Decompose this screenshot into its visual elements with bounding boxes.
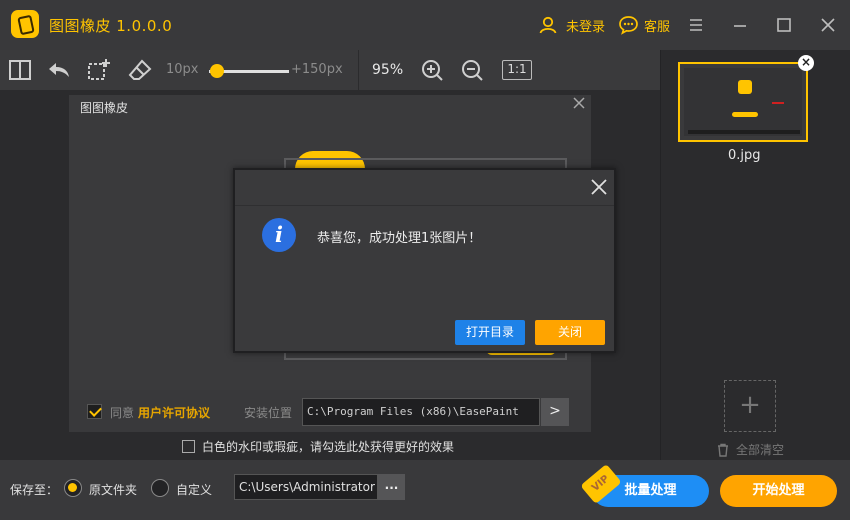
license-link: 用户许可协议 <box>138 406 211 420</box>
rect-select-button[interactable] <box>87 58 111 82</box>
image-thumbnail[interactable] <box>678 62 808 142</box>
brush-size-slider-handle[interactable] <box>210 64 224 78</box>
zoom-level: 95% <box>372 62 404 78</box>
clear-all-label: 全部清空 <box>736 443 785 457</box>
login-label: 未登录 <box>566 19 606 35</box>
clear-all-button[interactable]: 全部清空 <box>716 441 784 458</box>
eraser-button[interactable] <box>128 58 152 82</box>
undo-button[interactable] <box>47 58 71 82</box>
eraser-icon <box>128 59 152 80</box>
thumbnail-logo-shape <box>738 80 752 94</box>
app-title: 图图橡皮 1.0.0.0 <box>49 17 173 35</box>
menu-icon[interactable] <box>687 16 705 34</box>
info-icon: i <box>262 218 296 252</box>
white-watermark-label: 白色的水印或瑕疵，请勾选此处获得更好的效果 <box>202 440 455 454</box>
actual-size-button[interactable]: 1:1 <box>502 60 532 80</box>
brush-size-min: 10px <box>166 62 199 77</box>
dialog-close-button[interactable]: 关闭 <box>535 320 605 345</box>
install-location-label: 安装位置 <box>244 406 293 420</box>
save-to-label: 保存至： <box>10 483 59 497</box>
thumbnail-preview <box>684 68 802 136</box>
dialog-message: 恭喜您，成功处理1张图片！ <box>317 231 482 246</box>
customer-service-label: 客服 <box>644 19 671 35</box>
user-icon <box>539 16 557 34</box>
output-path-field[interactable]: C:\Users\Administrator <box>234 474 378 500</box>
trash-icon <box>718 443 728 457</box>
title-bar: 图图橡皮 1.0.0.0 未登录 客服 <box>0 0 850 50</box>
add-image-button[interactable]: + <box>724 380 776 432</box>
editor-toolbar: 10px +150px <box>0 50 660 90</box>
preview-close-icon <box>573 97 585 109</box>
split-view-button[interactable] <box>8 58 32 82</box>
thumbnail-filename: 0.jpg <box>728 148 761 163</box>
start-process-button[interactable]: 开始处理 <box>720 475 837 507</box>
remove-thumbnail-icon[interactable]: × <box>798 55 814 71</box>
thumbnail-button-shape <box>732 112 758 117</box>
zoom-out-icon <box>462 60 483 81</box>
dialog-divider <box>235 205 614 206</box>
thumbnail-red-mark <box>772 102 784 104</box>
split-view-icon <box>9 60 31 80</box>
app-logo-icon <box>11 10 39 38</box>
brush-size-max: +150px <box>291 62 343 77</box>
zoom-out-button[interactable] <box>460 58 484 82</box>
close-window-icon[interactable] <box>819 16 837 34</box>
install-path-field: C:\Program Files (x86)\EasePaint <box>302 398 540 426</box>
undo-icon <box>49 63 69 77</box>
agree-checkbox <box>87 404 102 419</box>
chat-bubble-icon <box>619 16 638 35</box>
output-browse-button[interactable]: ... <box>378 474 405 500</box>
white-watermark-checkbox[interactable] <box>182 440 195 453</box>
zoom-in-icon <box>422 60 443 81</box>
white-watermark-option[interactable]: 白色的水印或瑕疵，请勾选此处获得更好的效果 <box>182 438 454 455</box>
install-browse-button: > <box>541 398 569 426</box>
minimize-icon[interactable] <box>731 16 749 34</box>
zoom-in-button[interactable] <box>420 58 444 82</box>
customer-service-button[interactable]: 客服 <box>618 0 670 50</box>
preview-window-title: 图图橡皮 <box>80 101 129 115</box>
toolbar-divider <box>358 50 359 90</box>
thumbnail-footer-shape <box>688 130 800 134</box>
original-folder-radio[interactable] <box>64 479 82 497</box>
dialog-close-icon[interactable] <box>589 177 609 197</box>
rect-select-icon <box>88 59 110 80</box>
agree-label: 同意 <box>110 406 135 420</box>
custom-folder-label: 自定义 <box>176 483 213 497</box>
custom-folder-radio[interactable] <box>151 479 169 497</box>
app-window: 图图橡皮 1.0.0.0 未登录 客服 10px +150px 95% 1:1 … <box>0 0 850 520</box>
original-folder-label: 原文件夹 <box>89 483 138 497</box>
open-directory-button[interactable]: 打开目录 <box>455 320 525 345</box>
maximize-icon[interactable] <box>775 16 793 34</box>
login-button[interactable]: 未登录 <box>538 0 605 50</box>
